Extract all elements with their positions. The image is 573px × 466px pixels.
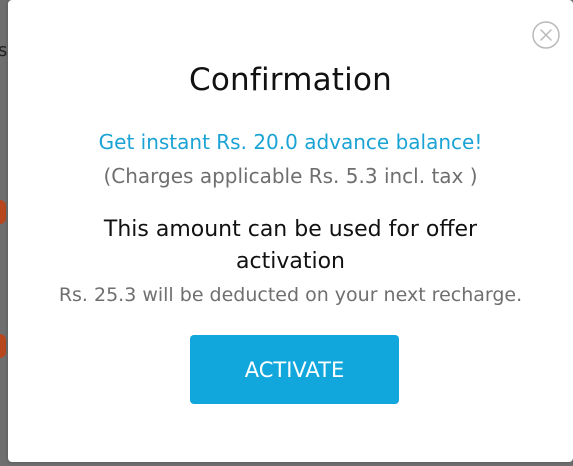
deduct-text: Rs. 25.3 will be deducted on your next r… [58,284,523,306]
close-button[interactable] [531,20,561,50]
usage-text: This amount can be used for offer activa… [103,217,478,274]
offer-text: Get instant Rs. 20.0 advance balance! [98,130,483,154]
charges-text: (Charges applicable Rs. 5.3 incl. tax ) [103,164,478,188]
activate-button-label: ACTIVATE [244,357,345,382]
activate-button[interactable]: ACTIVATE [190,335,399,404]
background-accent [0,334,6,358]
close-circle-icon [532,21,560,49]
dialog-title: Confirmation [189,62,392,98]
background-accent [0,200,6,224]
background-partial-text: s [0,40,8,61]
confirmation-dialog: Confirmation Get instant Rs. 20.0 advanc… [8,0,573,462]
